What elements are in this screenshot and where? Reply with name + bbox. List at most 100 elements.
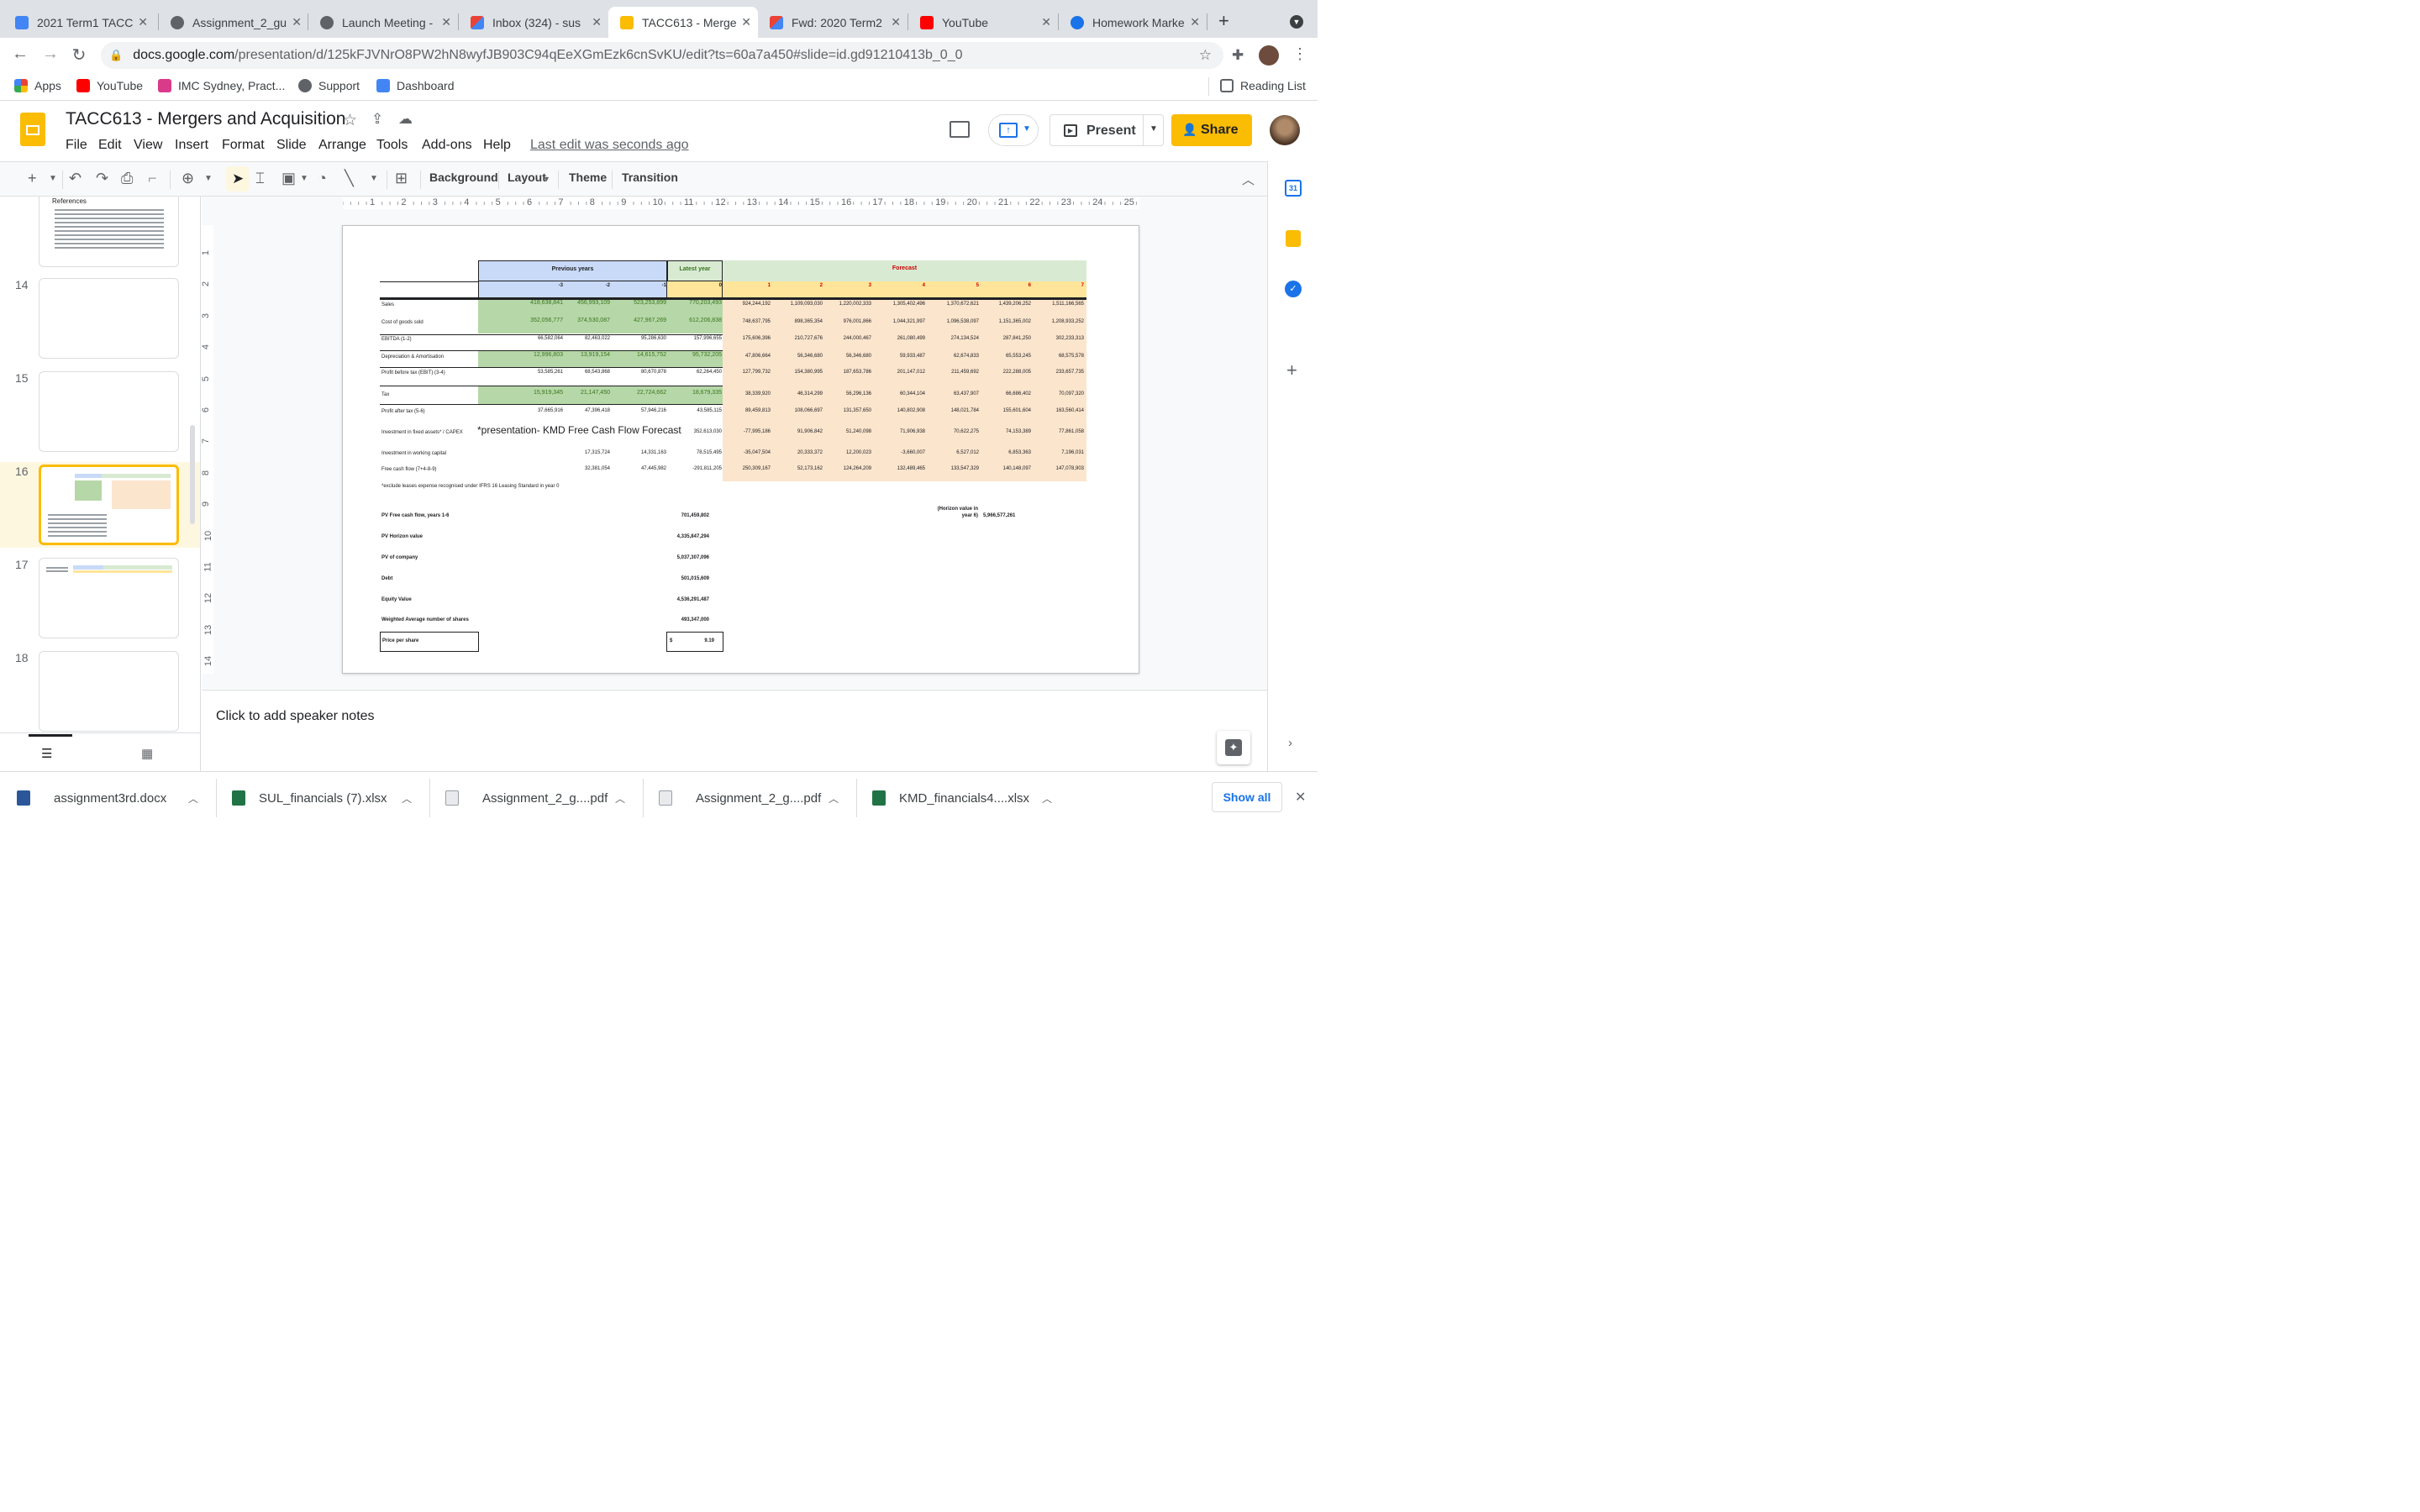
menu-arrange[interactable]: Arrange xyxy=(318,138,366,153)
speaker-notes-placeholder[interactable]: Click to add speaker notes xyxy=(216,709,375,724)
slide-thumbnail[interactable] xyxy=(39,371,179,452)
close-tab-icon[interactable]: ✕ xyxy=(891,15,901,29)
transition-button[interactable]: Transition xyxy=(622,171,678,184)
doc-title[interactable]: TACC613 - Mergers and Acquisition xyxy=(66,109,345,129)
filmstrip-scrollbar[interactable] xyxy=(190,425,195,524)
shape-icon[interactable]: ◔ xyxy=(318,170,327,187)
account-avatar[interactable] xyxy=(1270,115,1300,145)
close-tab-icon[interactable]: ✕ xyxy=(741,15,751,29)
browser-tab[interactable]: Homework Marke ✕ xyxy=(1059,7,1207,38)
grid-view-icon[interactable]: ▦ xyxy=(141,746,153,761)
new-tab-icon[interactable]: + xyxy=(1218,12,1229,30)
address-bar[interactable]: 🔒 docs.google.com/presentation/d/125kFJV… xyxy=(101,42,1223,69)
show-side-panel-icon[interactable]: › xyxy=(1288,736,1292,750)
browser-tab[interactable]: Inbox (324) - sus ✕ xyxy=(459,7,608,38)
forward-icon[interactable]: → xyxy=(40,45,60,64)
download-item[interactable]: Assignment_2_g....pdf ︿ xyxy=(445,790,625,806)
redo-icon[interactable]: ↷ xyxy=(96,170,108,187)
reload-icon[interactable]: ↻ xyxy=(69,45,89,66)
bookmark-dashboard[interactable]: Dashboard xyxy=(376,79,455,92)
collapse-toolbar-icon[interactable]: ︿ xyxy=(1242,171,1255,188)
overlay-text-box[interactable]: *presentation- KMD Free Cash Flow Foreca… xyxy=(477,424,681,436)
bookmark-apps[interactable]: Apps xyxy=(14,79,61,92)
select-tool[interactable]: ➤ xyxy=(226,166,250,192)
calendar-icon[interactable]: 31 xyxy=(1285,180,1302,197)
layout-dropdown-icon[interactable]: ▼ xyxy=(543,175,550,183)
slide-16[interactable]: Previous years Latest year Forecast -3 -2… xyxy=(342,225,1139,674)
vertical-ruler[interactable]: 1 2 3 4 5 6 7 8 9 10 11 12 13 14 xyxy=(201,225,213,674)
close-tab-icon[interactable]: ✕ xyxy=(292,15,302,29)
comment-add-icon[interactable]: ⊞ xyxy=(395,170,408,187)
speaker-notes[interactable]: Click to add speaker notes ✦ xyxy=(202,690,1267,771)
chevron-up-icon[interactable]: ︿ xyxy=(1042,791,1052,806)
show-all-button[interactable]: Show all xyxy=(1212,782,1282,812)
chevron-up-icon[interactable]: ︿ xyxy=(188,791,198,806)
browser-menu-icon[interactable]: ⋮ xyxy=(1292,45,1307,63)
browser-tab[interactable]: Assignment_2_gu ✕ xyxy=(159,7,308,38)
download-item[interactable]: KMD_financials4....xlsx ︿ xyxy=(872,790,1052,806)
print-icon[interactable]: ⎙ xyxy=(121,170,133,187)
download-item[interactable]: SUL_financials (7).xlsx ︿ xyxy=(232,790,412,806)
line-dropdown-icon[interactable]: ▼ xyxy=(370,174,378,183)
slide-thumbnail[interactable] xyxy=(39,558,179,638)
slide-thumbnail[interactable] xyxy=(39,651,179,732)
menu-edit[interactable]: Edit xyxy=(98,138,122,153)
zoom-icon[interactable]: ⊕ xyxy=(182,170,194,187)
slide-thumbnail[interactable] xyxy=(39,278,179,359)
menu-file[interactable]: File xyxy=(66,138,87,153)
undo-icon[interactable]: ↶ xyxy=(69,170,82,187)
new-slide-icon[interactable]: + xyxy=(28,170,37,187)
new-slide-layout-icon[interactable]: ▼ xyxy=(49,174,57,183)
line-icon[interactable]: ╲ xyxy=(345,170,354,187)
chevron-up-icon[interactable]: ︿ xyxy=(615,791,625,806)
browser-tab[interactable]: Launch Meeting - ✕ xyxy=(308,7,458,38)
background-button[interactable]: Background xyxy=(429,171,498,184)
close-downloads-icon[interactable]: ✕ xyxy=(1295,789,1306,806)
get-addons-icon[interactable]: + xyxy=(1286,360,1297,381)
close-tab-icon[interactable]: ✕ xyxy=(592,15,602,29)
chevron-up-icon[interactable]: ︿ xyxy=(402,791,412,806)
browser-tab[interactable]: YouTube ✕ xyxy=(908,7,1058,38)
theme-button[interactable]: Theme xyxy=(569,171,607,184)
menu-slide[interactable]: Slide xyxy=(276,138,307,153)
bookmark-support[interactable]: Support xyxy=(298,79,360,92)
text-box-icon[interactable]: ⌶ xyxy=(255,170,265,187)
bookmark-imc[interactable]: IMC Sydney, Pract... xyxy=(158,79,285,92)
paint-format-icon[interactable]: ⌐ xyxy=(148,170,157,187)
close-tab-icon[interactable]: ✕ xyxy=(1190,15,1200,29)
slide-thumbnail-references[interactable]: References xyxy=(39,197,179,267)
close-tab-icon[interactable]: ✕ xyxy=(138,15,148,29)
present-options-icon[interactable]: ▼ xyxy=(1150,124,1158,134)
reading-list[interactable]: Reading List xyxy=(1220,79,1306,92)
menu-format[interactable]: Format xyxy=(222,138,265,153)
close-tab-icon[interactable]: ✕ xyxy=(441,15,451,29)
menu-addons[interactable]: Add-ons xyxy=(422,138,472,153)
comments-icon[interactable] xyxy=(950,121,970,138)
menu-tools[interactable]: Tools xyxy=(376,138,408,153)
filmstrip-view-icon[interactable]: ☰ xyxy=(41,746,52,761)
layout-button[interactable]: Layout xyxy=(508,171,546,184)
download-item[interactable]: Assignment_2_g....pdf ︿ xyxy=(659,790,839,806)
browser-tab-active[interactable]: TACC613 - Merge ✕ xyxy=(608,7,758,38)
image-icon[interactable]: ▣ xyxy=(281,170,296,187)
profile-avatar[interactable] xyxy=(1259,45,1279,66)
explore-button[interactable]: ✦ xyxy=(1217,731,1250,764)
move-icon[interactable]: ⇪ xyxy=(371,111,383,128)
close-tab-icon[interactable]: ✕ xyxy=(1041,15,1051,29)
meeting-button[interactable]: ↑ ▼ xyxy=(988,114,1039,146)
present-button[interactable]: Present xyxy=(1086,123,1136,139)
zoom-dropdown-icon[interactable]: ▼ xyxy=(204,174,213,183)
slides-logo-icon[interactable] xyxy=(20,113,45,146)
keep-icon[interactable] xyxy=(1286,230,1301,247)
menu-help[interactable]: Help xyxy=(483,138,511,153)
share-button[interactable]: 👤 Share xyxy=(1171,114,1252,146)
menu-view[interactable]: View xyxy=(134,138,162,153)
tab-search-icon[interactable]: ▼ xyxy=(1290,15,1303,29)
horizontal-ruler[interactable]: 1 2 3 4 5 6 7 8 9 10 11 12 13 14 15 16 17 18 19 20 21 22 23 24 2… xyxy=(343,197,1139,209)
chevron-up-icon[interactable]: ︿ xyxy=(829,791,839,806)
browser-tab[interactable]: 2021 Term1 TACC ✕ xyxy=(3,7,155,38)
browser-tab[interactable]: Fwd: 2020 Term2 ✕ xyxy=(758,7,908,38)
image-dropdown-icon[interactable]: ▼ xyxy=(300,174,308,183)
extensions-icon[interactable]: ✚ xyxy=(1232,47,1244,64)
bookmark-star-icon[interactable]: ☆ xyxy=(1199,47,1212,64)
